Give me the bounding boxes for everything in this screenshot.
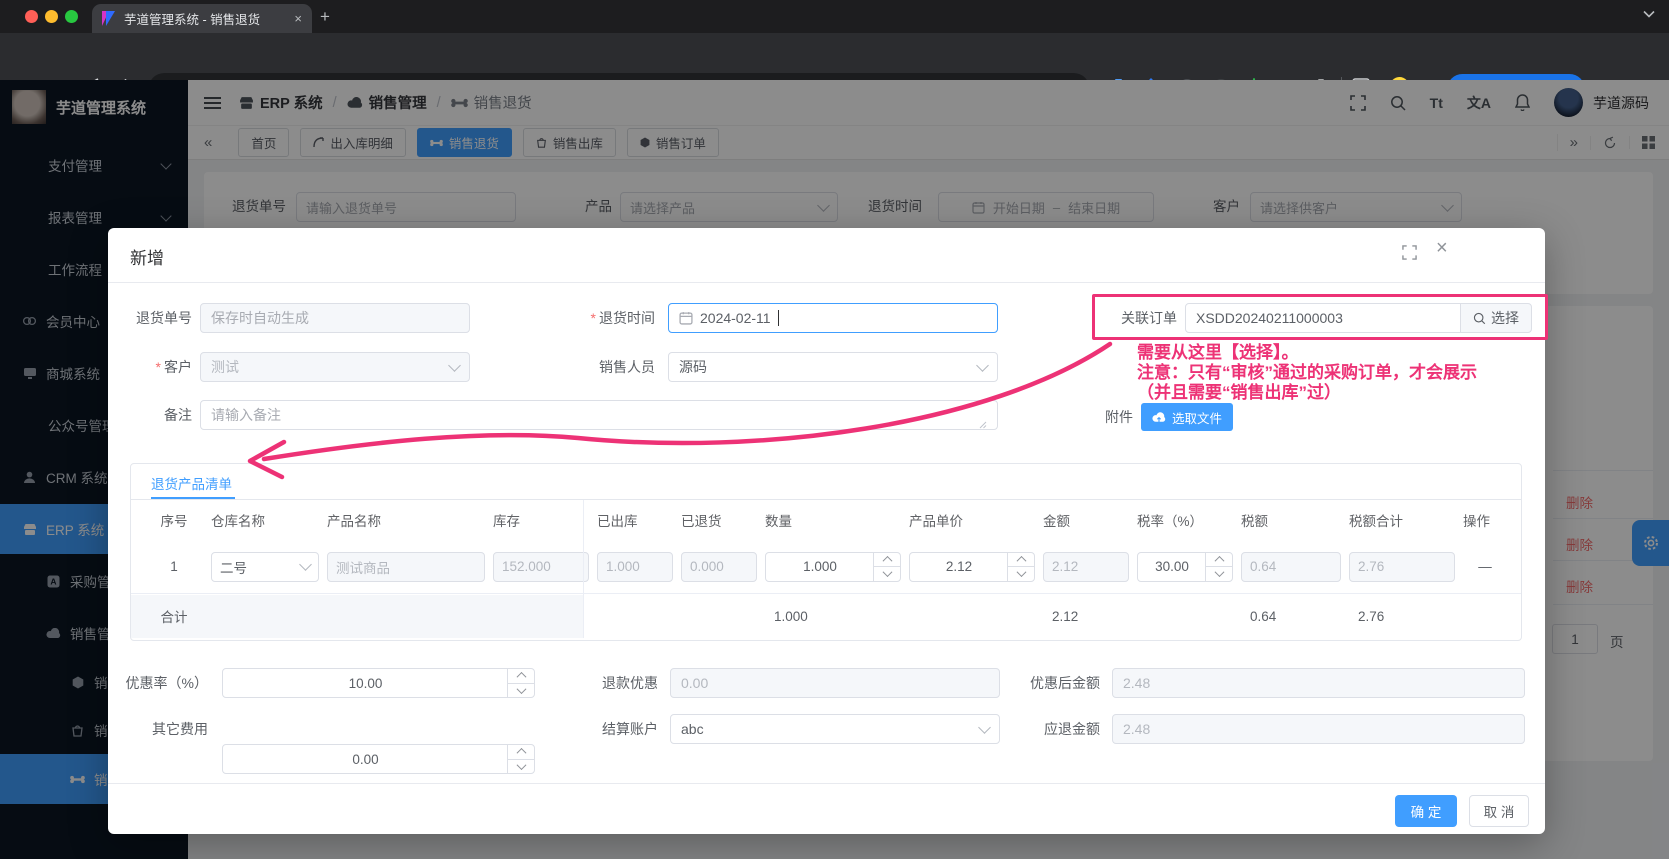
other-fee-input[interactable]: 0.00 — [222, 744, 535, 774]
product-list-container: 退货产品清单 序号 仓库名称 产品名称 库存 已出库 已退货 数量 产品单价 金… — [130, 463, 1522, 641]
calendar-icon — [679, 311, 693, 325]
total-qty: 1.000 — [765, 609, 901, 624]
total-tax: 0.64 — [1241, 609, 1341, 624]
tax-rate-input[interactable]: 30.00 — [1137, 552, 1233, 582]
dialog-header-divider — [108, 282, 1545, 283]
amount-input[interactable]: 2.12 — [1043, 552, 1129, 582]
tax-input[interactable]: 0.64 — [1241, 552, 1341, 582]
refund-discount-input[interactable]: 0.00 — [670, 668, 1000, 698]
dialog-title: 新增 — [130, 244, 164, 269]
browser-toolbar: 127.0.0.1/erp/sale/return 6 — [0, 33, 1669, 80]
new-tab-button[interactable]: + — [320, 8, 330, 25]
dialog-close-icon[interactable]: × — [1436, 237, 1448, 260]
resize-handle-icon[interactable] — [979, 421, 987, 429]
stock-input[interactable]: 152.000 — [493, 552, 589, 582]
screen: 芋道管理系统 - 销售退货 × + 127.0.0.1/erp/sale/ret… — [0, 0, 1669, 859]
return-time-input[interactable]: 2024-02-11 — [668, 303, 998, 333]
shipped-input[interactable]: 1.000 — [597, 552, 673, 582]
return-no-label: 退货单号 — [108, 303, 192, 333]
salesperson-label: 销售人员 — [535, 352, 655, 382]
row-action-empty: — — [1463, 559, 1507, 574]
other-fee-stepper[interactable] — [507, 745, 534, 773]
chevron-down-icon — [299, 558, 312, 571]
total-label: 合计 — [145, 606, 203, 626]
browser-tab[interactable]: 芋道管理系统 - 销售退货 × — [92, 4, 312, 33]
tab-search-icon[interactable] — [1643, 10, 1655, 18]
site-favicon-icon — [102, 11, 116, 26]
return-no-input[interactable]: 保存时自动生成 — [200, 303, 470, 333]
add-dialog: 新增 × 退货单号 保存时自动生成 *退货时间 2024-02-11 关联订单 … — [108, 228, 1545, 834]
browser-tab-strip: 芋道管理系统 - 销售退货 × + — [0, 0, 1669, 33]
dialog-footer-divider — [108, 783, 1545, 784]
product-name-input[interactable]: 测试商品 — [327, 552, 485, 582]
confirm-button[interactable]: 确 定 — [1395, 795, 1457, 827]
product-list-tab[interactable]: 退货产品清单 — [151, 473, 232, 493]
qty-input[interactable]: 1.000 — [765, 552, 901, 582]
cancel-button[interactable]: 取 消 — [1469, 795, 1529, 827]
related-order-choose-button[interactable]: 选择 — [1460, 303, 1532, 333]
remark-label: 备注 — [108, 400, 192, 430]
window-close-button[interactable] — [25, 10, 38, 23]
customer-label: *客户 — [108, 352, 192, 382]
discount-rate-label: 优惠率（%） — [108, 668, 208, 698]
window-minimize-button[interactable] — [45, 10, 58, 23]
product-table-row: 1 二号 测试商品 152.000 1.000 0.000 1.000 2.12… — [131, 540, 1521, 594]
text-cursor — [778, 310, 779, 326]
window-zoom-button[interactable] — [65, 10, 78, 23]
attachment-label: 附件 — [1049, 402, 1133, 432]
upload-file-button[interactable]: 选取文件 — [1141, 403, 1233, 431]
tab-close-icon[interactable]: × — [294, 11, 302, 26]
product-table-header: 序号 仓库名称 产品名称 库存 已出库 已退货 数量 产品单价 金额 税率（%）… — [131, 500, 1521, 540]
discount-rate-input[interactable]: 10.00 — [222, 668, 535, 698]
remark-input[interactable]: 请输入备注 — [200, 400, 998, 430]
product-table-total-row: 合计 1.000 2.12 0.64 2.76 — [131, 594, 1521, 638]
other-fee-label: 其它费用 — [108, 714, 208, 744]
tax-total-input[interactable]: 2.76 — [1349, 552, 1455, 582]
browser-tab-title: 芋道管理系统 - 销售退货 — [124, 9, 286, 28]
returned-input[interactable]: 0.000 — [681, 552, 757, 582]
annotation-text: 需要从这里【选择】。 注意：只有“审核”通过的采购订单，才会展示 （并且需要“销… — [1137, 343, 1477, 403]
refund-discount-label: 退款优惠 — [570, 668, 658, 698]
dialog-fullscreen-icon[interactable] — [1402, 245, 1417, 260]
tax-rate-stepper[interactable] — [1205, 553, 1232, 581]
salesperson-select[interactable]: 源码 — [668, 352, 998, 382]
chevron-down-icon — [976, 359, 989, 372]
total-amount: 2.12 — [1043, 609, 1129, 624]
chevron-down-icon — [448, 359, 461, 372]
warehouse-select[interactable]: 二号 — [211, 552, 319, 582]
refund-amount-input[interactable]: 2.48 — [1112, 714, 1525, 744]
related-order-input[interactable]: XSDD20240211000003 — [1185, 303, 1461, 333]
settlement-account-label: 结算账户 — [570, 714, 658, 744]
discounted-amount-input[interactable]: 2.48 — [1112, 668, 1525, 698]
qty-stepper[interactable] — [873, 553, 900, 581]
return-time-label: *退货时间 — [535, 303, 655, 333]
settlement-account-select[interactable]: abc — [670, 714, 1000, 744]
total-tax-total: 2.76 — [1349, 609, 1455, 624]
refund-amount-label: 应退金额 — [995, 714, 1100, 744]
chevron-down-icon — [978, 721, 991, 734]
row-index: 1 — [145, 559, 203, 574]
price-input[interactable]: 2.12 — [909, 552, 1035, 582]
discount-rate-stepper[interactable] — [507, 669, 534, 697]
discounted-amount-label: 优惠后金额 — [995, 668, 1100, 698]
price-stepper[interactable] — [1007, 553, 1034, 581]
fixed-column-divider — [583, 500, 584, 638]
related-order-label: 关联订单 — [1057, 303, 1177, 333]
customer-select[interactable]: 测试 — [200, 352, 470, 382]
